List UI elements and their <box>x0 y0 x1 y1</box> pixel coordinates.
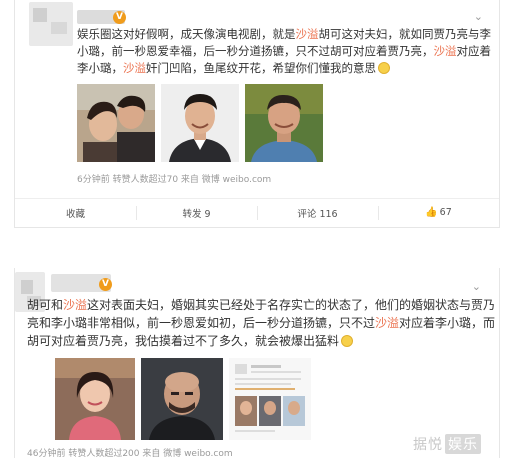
chevron-down-icon[interactable]: ⌄ <box>472 280 481 293</box>
keyword-link[interactable]: 沙溢 <box>123 61 146 75</box>
photo-man-suit[interactable] <box>161 84 239 162</box>
watermark-tag: 娱乐 <box>445 434 481 454</box>
chevron-down-icon[interactable]: ⌄ <box>474 10 483 23</box>
keyword-link[interactable]: 沙溢 <box>375 316 399 330</box>
photo-couple[interactable] <box>77 84 155 162</box>
watermark: 据悦 娱乐 <box>413 434 481 454</box>
verified-badge-icon: V <box>99 278 112 291</box>
keyword-link[interactable]: 沙溢 <box>63 298 87 312</box>
thumbs-up-icon: 👍 <box>425 207 438 218</box>
keyword-link[interactable]: 沙溢 <box>296 27 319 41</box>
avatar[interactable] <box>29 2 73 46</box>
post-meta: 46分钟前 转赞人数超过200 来自 微博 weibo.com <box>27 449 233 458</box>
photo-bald-man[interactable] <box>141 358 223 440</box>
like-count: 67 <box>439 207 452 218</box>
weibo-post-2: V ⌄ 胡可和沙溢这对表面夫妇，婚姻其实已经处于名存实亡的状态了，他们的婚姻状态… <box>14 268 500 458</box>
post-text: 娱乐圈这对好假啊，成天像演电视剧，就是沙溢胡可这对夫妇，就如同贾乃亮与李小璐，前… <box>77 26 493 77</box>
photo-screenshot-collage[interactable] <box>229 358 311 440</box>
comment-button[interactable]: 评论 116 <box>257 199 378 226</box>
keyword-link[interactable]: 沙溢 <box>434 44 457 58</box>
text-segment: 胡可和 <box>27 298 64 312</box>
text-segment: 奸门凹陷，鱼尾纹开花，希望你们懂我的意思 <box>146 61 376 75</box>
photo-woman[interactable] <box>55 358 135 440</box>
emoji-icon <box>378 62 390 74</box>
emoji-icon <box>341 335 354 347</box>
verified-badge-icon: V <box>113 11 126 24</box>
weibo-post-1: V ⌄ 娱乐圈这对好假啊，成天像演电视剧，就是沙溢胡可这对夫妇，就如同贾乃亮与李… <box>14 0 500 228</box>
text-segment: 娱乐圈这对好假啊，成天像演电视剧，就是 <box>77 27 296 41</box>
like-button[interactable]: 👍 67 <box>378 199 499 226</box>
collect-button[interactable]: 收藏 <box>15 199 136 226</box>
repost-button[interactable]: 转发 9 <box>136 199 257 226</box>
watermark-text: 据悦 <box>413 437 443 453</box>
post-meta: 6分钟前 转赞人数超过70 来自 微博 weibo.com <box>77 175 272 185</box>
action-bar: 收藏 转发 9 评论 116 👍 67 <box>15 198 499 226</box>
photo-older-man[interactable] <box>245 84 323 162</box>
post-text: 胡可和沙溢这对表面夫妇，婚姻其实已经处于名存实亡的状态了，他们的婚姻状态与贾乃亮… <box>27 296 497 350</box>
